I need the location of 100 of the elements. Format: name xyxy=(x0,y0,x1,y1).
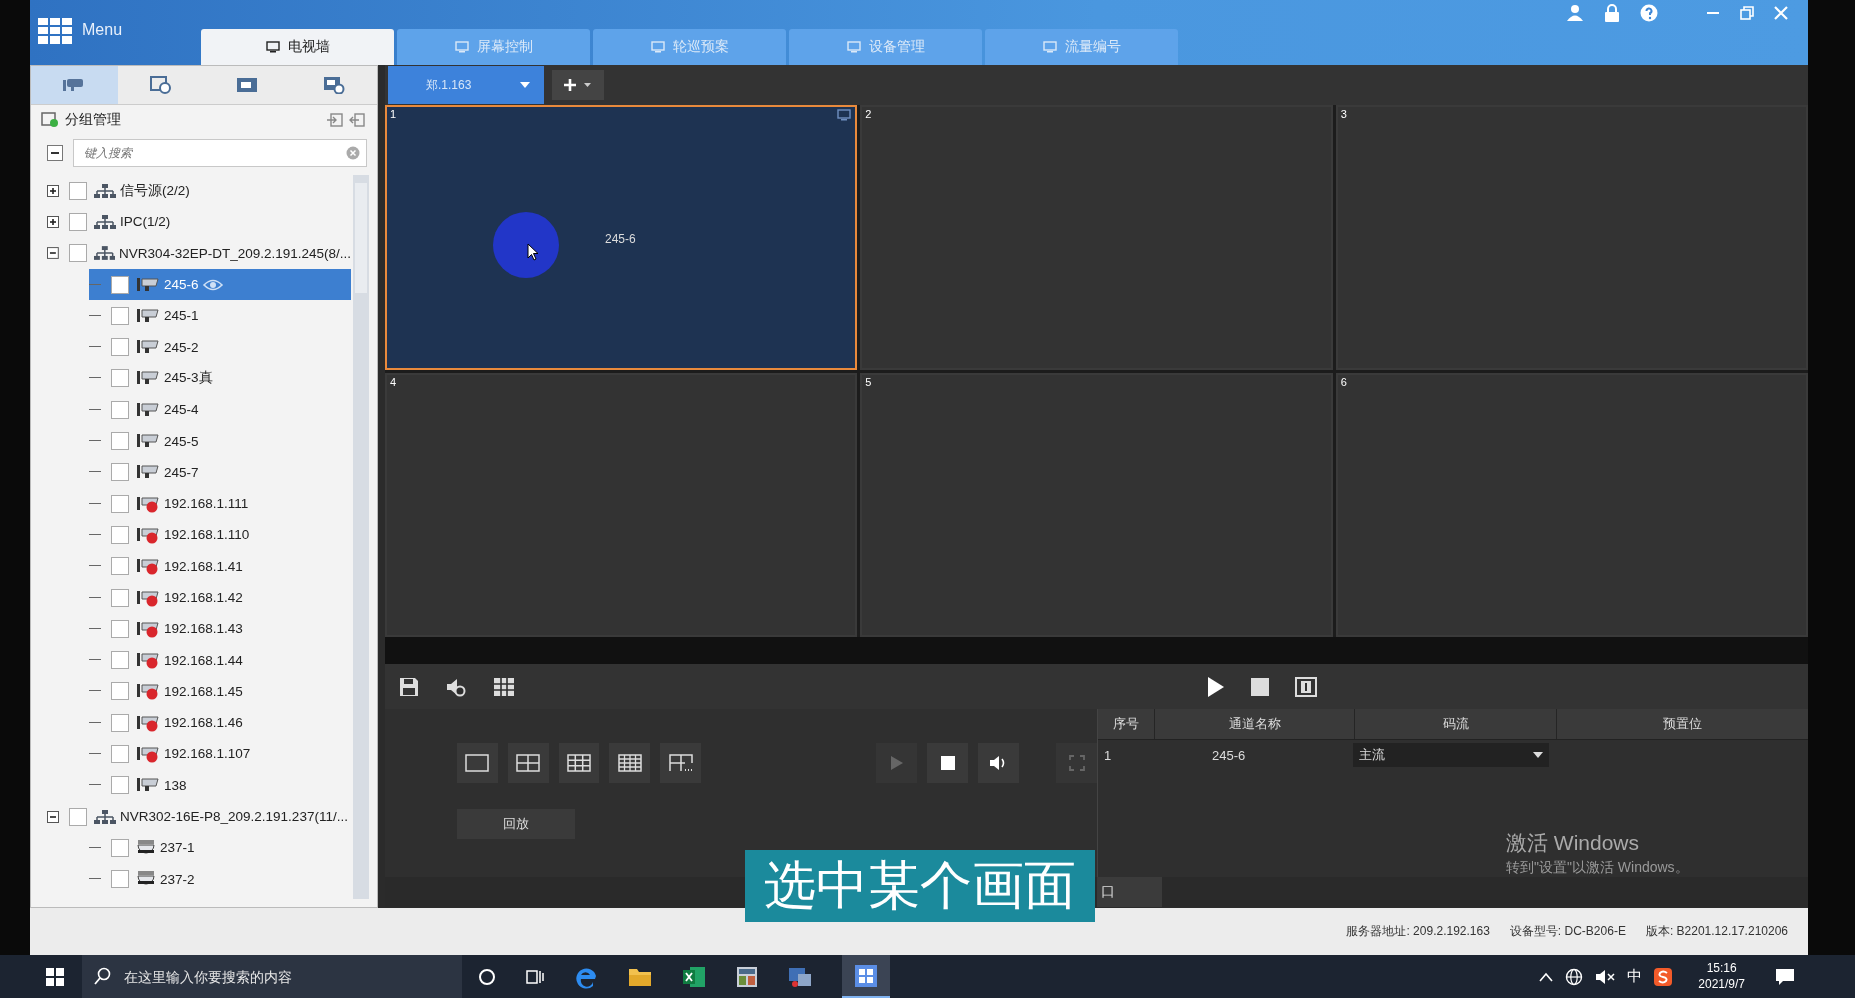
network-computer-icon[interactable] xyxy=(788,965,812,988)
import-icon[interactable] xyxy=(327,113,343,127)
tree-item[interactable]: IPC(1/2) xyxy=(47,206,351,238)
video-pane[interactable]: 2 xyxy=(860,105,1333,370)
main-tab[interactable]: 电视墙 xyxy=(201,29,394,65)
checkbox[interactable] xyxy=(111,369,129,388)
checkbox[interactable] xyxy=(69,807,87,826)
tree-item[interactable]: 192.168.1.41 xyxy=(89,550,351,582)
checkbox[interactable] xyxy=(111,619,129,638)
stop-button[interactable] xyxy=(927,743,968,783)
checkbox[interactable] xyxy=(111,306,129,325)
checkbox[interactable] xyxy=(111,776,129,795)
tree-item[interactable]: 245-1 xyxy=(89,300,351,332)
help-icon[interactable] xyxy=(1640,4,1658,22)
video-pane[interactable]: 5 xyxy=(860,372,1333,637)
checkbox[interactable] xyxy=(111,557,129,576)
layout-button[interactable] xyxy=(507,743,549,783)
tree-item[interactable]: 192.168.1.45 xyxy=(89,675,351,708)
tree-item[interactable]: 信号源(2/2) xyxy=(47,175,351,207)
play-icon[interactable] xyxy=(1207,675,1225,698)
checkbox[interactable] xyxy=(111,494,129,513)
layout-button[interactable] xyxy=(457,743,498,783)
tree-item[interactable]: 138 xyxy=(89,769,351,801)
tree-item[interactable]: 237-2 xyxy=(89,863,351,895)
muted-speaker-icon[interactable] xyxy=(1595,968,1616,985)
checkbox[interactable] xyxy=(111,463,129,482)
tree-item[interactable]: NVR304-32EP-DT_209.2.191.245(8/... xyxy=(47,237,351,269)
checkbox[interactable] xyxy=(111,275,129,294)
tree-item[interactable]: 245-6 xyxy=(89,268,351,301)
search-field[interactable]: 键入搜索 xyxy=(73,139,367,167)
single-window-icon[interactable] xyxy=(1295,676,1317,697)
checkbox[interactable] xyxy=(111,525,129,544)
expand-toggle-icon[interactable] xyxy=(47,247,59,260)
layout-button[interactable] xyxy=(609,743,651,783)
expand-toggle-icon[interactable] xyxy=(47,215,59,228)
checkbox[interactable] xyxy=(111,588,129,607)
clock-time[interactable]: 15:16 xyxy=(1706,960,1737,977)
clock-date[interactable]: 2021/9/7 xyxy=(1698,976,1745,993)
checkbox[interactable] xyxy=(111,651,129,670)
expand-toggle-icon[interactable] xyxy=(47,184,59,197)
app-taskbar-button[interactable] xyxy=(842,955,890,998)
tree-item[interactable]: 245-3真 xyxy=(89,362,351,395)
tree-item[interactable]: 237-1 xyxy=(89,832,351,864)
tree-item[interactable]: 192.168.1.43 xyxy=(89,613,351,645)
ime-app-icon[interactable] xyxy=(1654,967,1673,986)
scrollbar[interactable] xyxy=(353,175,369,899)
checkbox[interactable] xyxy=(111,745,129,763)
collapse-all-icon[interactable] xyxy=(47,145,63,161)
close-icon[interactable] xyxy=(1774,6,1788,20)
cortana-icon[interactable] xyxy=(478,967,496,986)
task-view-icon[interactable] xyxy=(526,967,544,986)
globe-icon[interactable] xyxy=(1565,967,1584,986)
expand-toggle-icon[interactable] xyxy=(47,810,59,823)
tree-item[interactable]: 192.168.1.110 xyxy=(89,519,351,551)
tree-item[interactable]: NVR302-16E-P8_209.2.191.237(11/... xyxy=(47,800,351,833)
bottom-tab[interactable]: 口 xyxy=(1097,877,1162,907)
panel-tab[interactable] xyxy=(117,66,204,104)
tree-item[interactable]: 245-2 xyxy=(89,331,351,363)
input-method-indicator[interactable]: 中 xyxy=(1627,967,1643,986)
layout-button[interactable] xyxy=(660,743,701,783)
playback-button[interactable]: 回放 xyxy=(457,809,575,839)
clear-icon[interactable] xyxy=(346,146,360,160)
checkbox[interactable] xyxy=(69,181,87,200)
checkbox[interactable] xyxy=(111,870,129,889)
menu-label[interactable]: Menu xyxy=(82,21,123,39)
speaker-settings-icon[interactable] xyxy=(445,676,467,697)
stream-select[interactable]: 主流 xyxy=(1353,743,1549,767)
save-icon[interactable] xyxy=(399,676,419,697)
video-pane[interactable]: 3 xyxy=(1335,105,1808,370)
video-pane[interactable]: 1 245-6 xyxy=(385,105,858,370)
tree-item[interactable]: 192.168.1.107 xyxy=(89,738,351,770)
tree-item[interactable]: 245-4 xyxy=(89,394,351,426)
taskbar-search-field[interactable]: 在这里输入你要搜索的内容 xyxy=(82,955,462,998)
checkbox[interactable] xyxy=(111,682,129,701)
tree-item[interactable]: 192.168.1.46 xyxy=(89,707,351,739)
search-icon[interactable] xyxy=(94,967,112,985)
checkbox[interactable] xyxy=(111,400,129,419)
checkbox[interactable] xyxy=(111,432,129,450)
tree-item[interactable]: 192.168.1.42 xyxy=(89,581,351,614)
checkbox[interactable] xyxy=(68,244,87,263)
export-icon[interactable] xyxy=(349,113,365,127)
checkbox[interactable] xyxy=(111,838,129,857)
play-button[interactable] xyxy=(876,743,918,783)
add-button[interactable] xyxy=(552,70,604,100)
checkbox[interactable] xyxy=(69,212,87,231)
user-icon[interactable] xyxy=(1566,4,1584,22)
stop-icon[interactable] xyxy=(1251,677,1269,696)
chevron-up-icon[interactable] xyxy=(1539,971,1554,982)
start-icon[interactable] xyxy=(46,967,64,986)
tree-item[interactable]: 245-7 xyxy=(89,456,351,488)
calculator-icon[interactable] xyxy=(736,965,758,988)
volume-button[interactable] xyxy=(977,743,1019,783)
panel-tab[interactable] xyxy=(31,66,118,104)
video-pane[interactable]: 6 xyxy=(1335,372,1808,637)
restore-icon[interactable] xyxy=(1740,6,1754,20)
notification-icon[interactable] xyxy=(1775,966,1795,987)
checkbox[interactable] xyxy=(111,713,129,732)
layout-icon[interactable] xyxy=(493,676,515,697)
lock-icon[interactable] xyxy=(1604,4,1620,22)
tree-item[interactable]: 245-5 xyxy=(89,425,351,457)
